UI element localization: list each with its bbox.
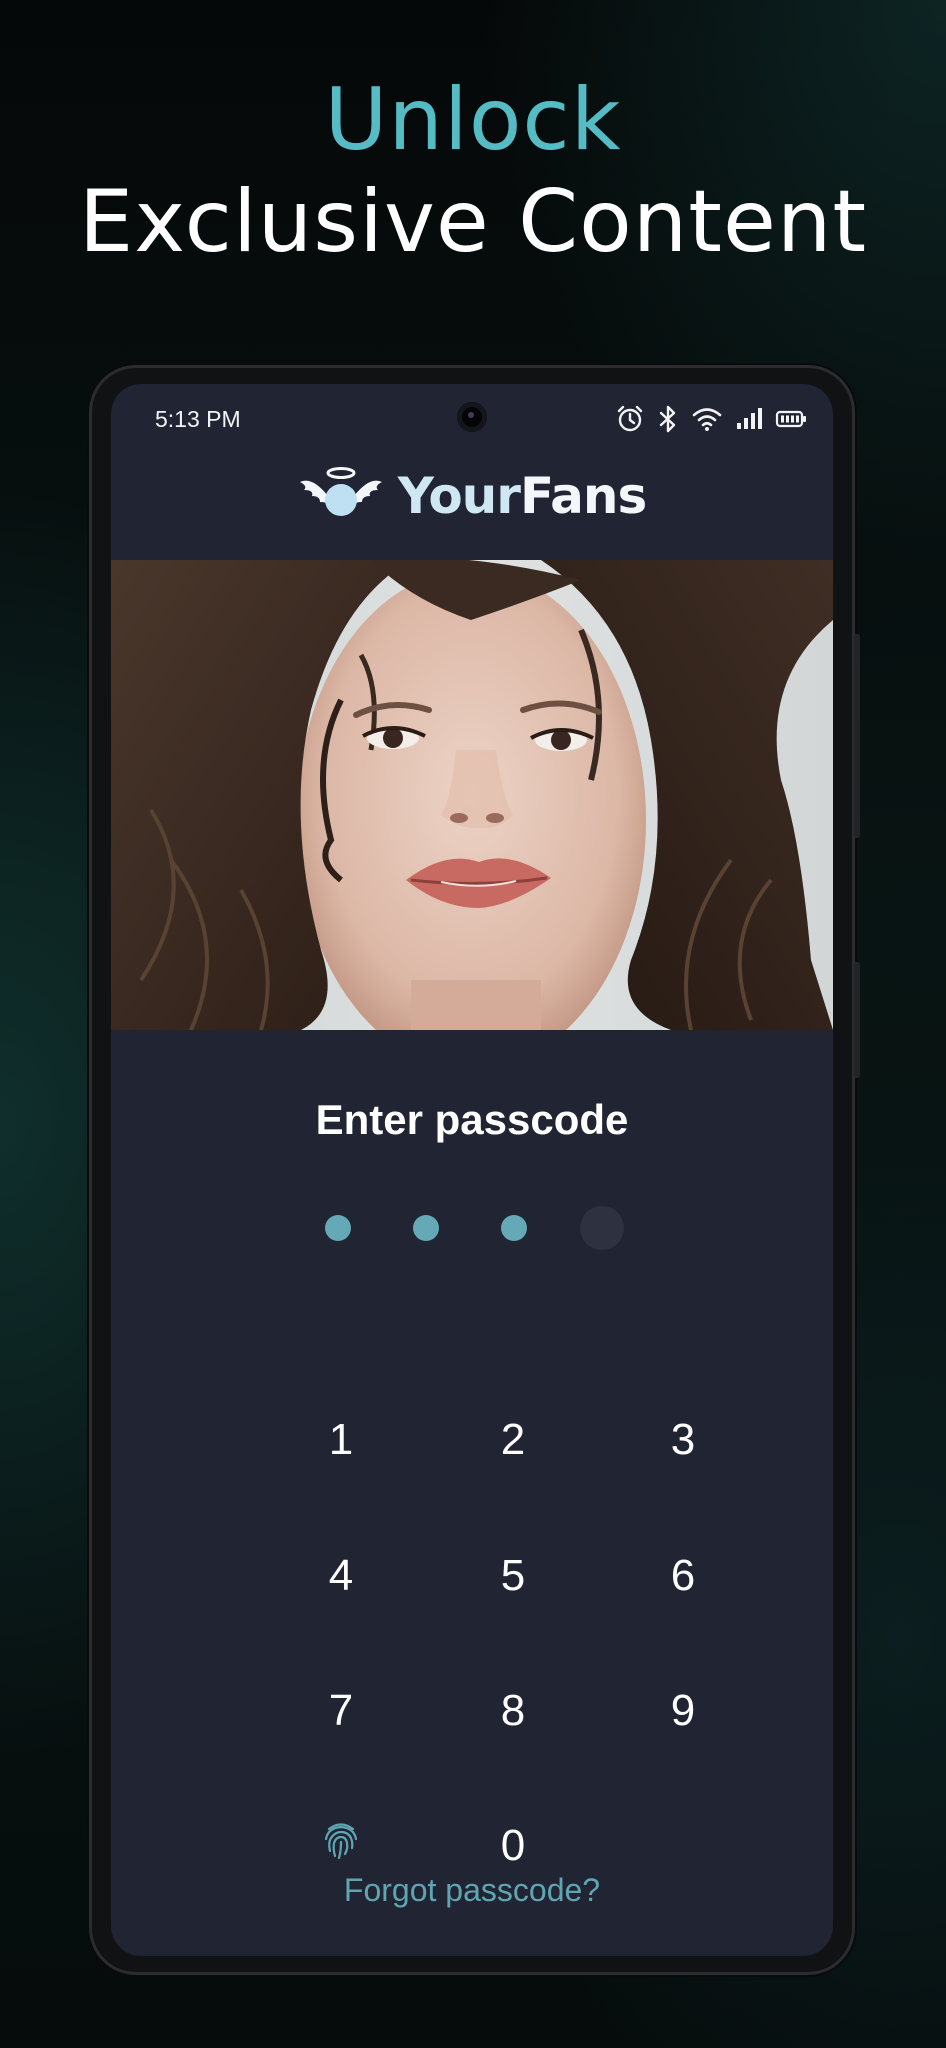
key-5[interactable]: 5	[443, 1526, 583, 1626]
phone-frame: 5:13 PM YourFans Enter passcode 1 2 3 4 …	[92, 368, 860, 1972]
volume-button	[854, 634, 860, 838]
key-6[interactable]: 6	[613, 1526, 753, 1626]
forgot-passcode-link[interactable]: Forgot passcode?	[111, 1872, 833, 1909]
hero-title-accent: Unlock	[324, 70, 622, 170]
power-button	[854, 962, 860, 1078]
hero-heading: Unlock Exclusive Content	[0, 70, 946, 274]
key-8[interactable]: 8	[443, 1661, 583, 1761]
key-4[interactable]: 4	[271, 1526, 411, 1626]
hero-title: Exclusive Content	[78, 172, 868, 272]
key-7[interactable]: 7	[271, 1661, 411, 1761]
key-3[interactable]: 3	[613, 1390, 753, 1490]
key-2[interactable]: 2	[443, 1390, 583, 1490]
key-9[interactable]: 9	[613, 1661, 753, 1761]
key-1[interactable]: 1	[271, 1390, 411, 1490]
keypad: 1 2 3 4 5 6 7 8 9 0	[111, 384, 833, 1956]
fingerprint-icon	[323, 1821, 359, 1872]
phone-screen: 5:13 PM YourFans Enter passcode 1 2 3 4 …	[111, 384, 833, 1956]
